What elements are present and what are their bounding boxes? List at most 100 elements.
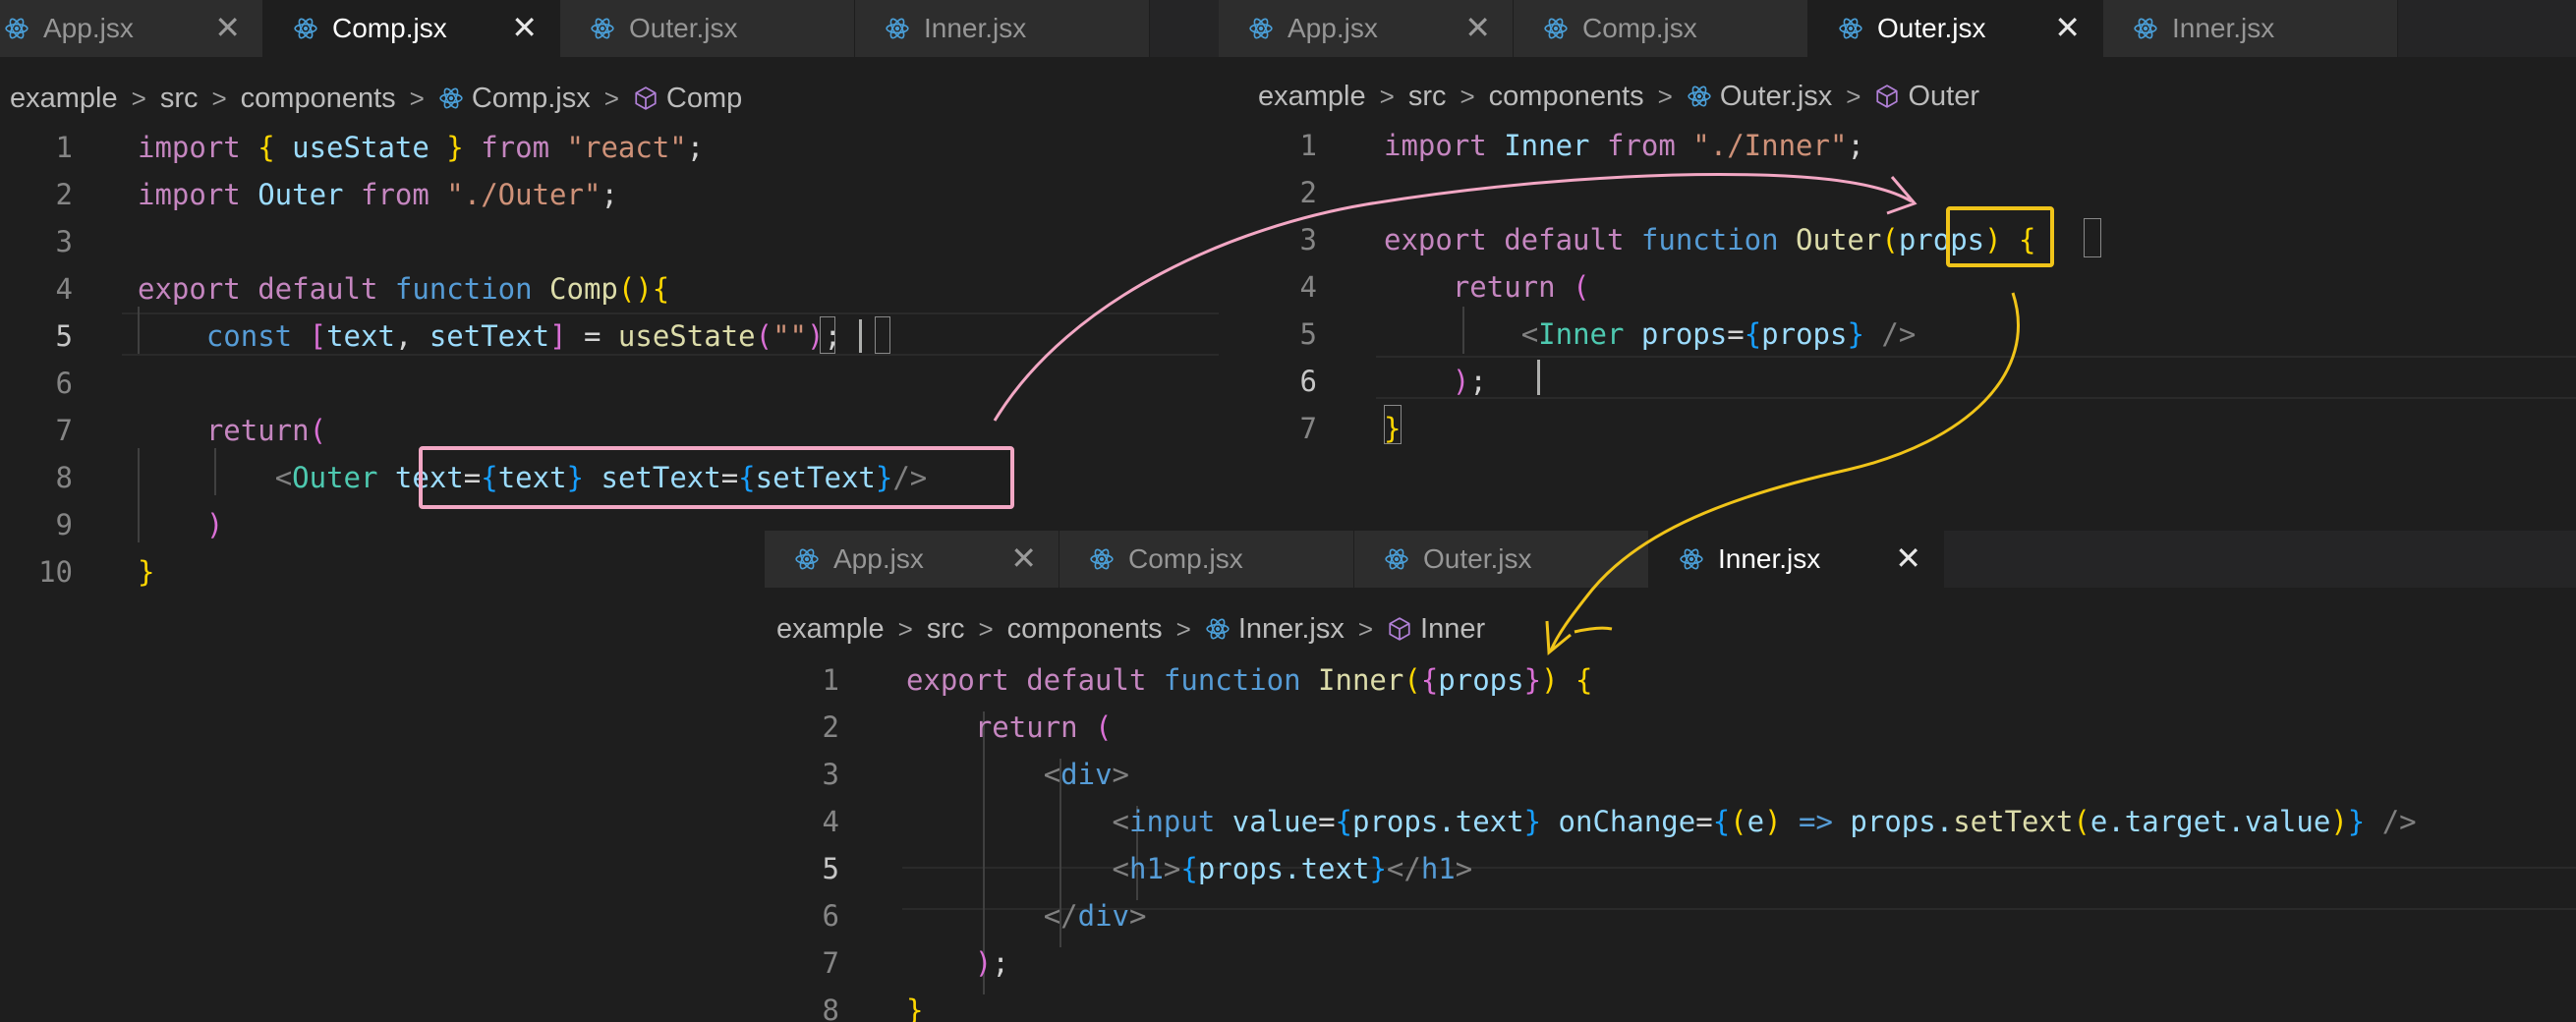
breadcrumb: example > src > components > Outer.jsx > Outer [1258,79,1979,114]
breadcrumb-item-components[interactable]: components [1007,613,1163,646]
react-icon [5,18,29,39]
code-token: ) [974,946,993,980]
text-cursor [1537,360,1540,395]
code-token: text [326,319,395,353]
tab-app[interactable]: App.jsx ✕ [1219,0,1514,57]
react-icon [439,87,463,109]
close-icon[interactable]: ✕ [1010,542,1037,574]
tab-outer[interactable]: Outer.jsx [1354,531,1649,588]
line-number: 5 [1299,317,1317,351]
code-token: = [720,461,739,494]
line-number: 4 [1299,270,1317,304]
tab-app[interactable]: App.jsx ✕ [765,531,1059,588]
code-line: <div> [906,751,1129,798]
code-line: <h1>{props.text}</h1> [906,845,1473,892]
code-token: ( [1573,270,1590,304]
code-token: h1 [1420,852,1456,885]
code-token: props.text [1352,805,1524,838]
code-token: < [1112,852,1129,885]
line-number: 1 [822,663,839,697]
line-number: 8 [55,461,73,494]
code-token: from [481,131,567,164]
code-token: > [1129,899,1147,933]
symbol-cube-icon [1876,85,1899,108]
code-line: } [906,987,923,1022]
close-icon[interactable]: ✕ [2054,12,2081,43]
breadcrumb-item-root[interactable]: example [1258,81,1366,113]
tab-comp[interactable]: Comp.jsx [1059,531,1354,588]
tab-comp[interactable]: Comp.jsx ✕ [263,0,560,57]
line-number: 4 [822,805,839,838]
line-number: 5 [55,319,73,353]
close-icon[interactable]: ✕ [214,12,241,43]
code-token: export default [906,663,1164,697]
tab-label: Comp.jsx [1128,543,1243,574]
breadcrumb-item-root[interactable]: example [776,613,885,646]
tab-inner[interactable]: Inner.jsx ✕ [1649,531,1944,588]
code-token: { [1712,805,1731,838]
breadcrumb-item-file[interactable]: Comp.jsx [472,83,591,115]
code-token: ; [686,131,705,164]
code-token: div [1060,758,1113,791]
code-token: Inner [1318,663,1404,697]
line-number: 6 [1299,365,1317,398]
code-token: = [1695,805,1713,838]
tab-bar: App.jsx ✕ Comp.jsx ✕ Outer.jsx Inner.jsx [0,0,1219,57]
breadcrumb-item-components[interactable]: components [241,83,396,115]
tab-app[interactable]: App.jsx ✕ [0,0,263,57]
line-number: 2 [822,710,839,744]
react-icon [294,18,317,39]
tab-inner[interactable]: Inner.jsx [855,0,1150,57]
breadcrumb-item-file[interactable]: Outer.jsx [1720,81,1832,113]
code-token: Outer [292,461,395,494]
close-icon[interactable]: ✕ [511,12,538,43]
breadcrumb-item-src[interactable]: src [160,83,199,115]
breadcrumb-item-symbol[interactable]: Inner [1420,613,1485,646]
code-token: ) [807,319,825,353]
code-token: Inner [1504,129,1607,162]
breadcrumb-item-src[interactable]: src [927,613,965,646]
breadcrumb-item-symbol[interactable]: Comp [666,83,742,115]
code-token: return [1452,270,1574,304]
chevron-right-icon: > [1846,81,1861,111]
code-token: Comp [549,272,618,306]
breadcrumb-item-root[interactable]: example [10,83,118,115]
tab-outer[interactable]: Outer.jsx ✕ [1808,0,2103,57]
tab-outer[interactable]: Outer.jsx [560,0,855,57]
code-token: function [1640,223,1797,256]
code-token: { [1420,663,1439,697]
code-token: props.text [1197,852,1370,885]
close-icon[interactable]: ✕ [1895,542,1921,574]
code-token: } [566,461,585,494]
code-token: = [566,319,618,353]
tab-label: Outer.jsx [1423,543,1532,574]
text-cursor [859,319,862,353]
code-token: e [1746,805,1765,838]
tab-label: Outer.jsx [1877,13,1986,43]
tab-inner[interactable]: Inner.jsx [2103,0,2398,57]
react-icon [1544,18,1568,39]
tab-comp[interactable]: Comp.jsx [1514,0,1808,57]
breadcrumb-item-src[interactable]: src [1408,81,1447,113]
react-icon [1249,18,1273,39]
react-icon [591,18,614,39]
react-icon [1090,548,1114,570]
code-token: = [1727,317,1745,351]
code-token: input [1128,805,1232,838]
close-icon[interactable]: ✕ [1464,12,1491,43]
code-token: ) [2330,805,2348,838]
breadcrumb-item-file[interactable]: Inner.jsx [1238,613,1345,646]
line-number: 7 [1299,412,1317,445]
breadcrumb-item-symbol[interactable]: Outer [1908,81,1979,113]
code-token: { [1335,805,1352,838]
code-token: setText [755,461,876,494]
code-token: { [481,461,498,494]
breadcrumb-item-components[interactable]: components [1489,81,1644,113]
code-token: < [1112,805,1129,838]
